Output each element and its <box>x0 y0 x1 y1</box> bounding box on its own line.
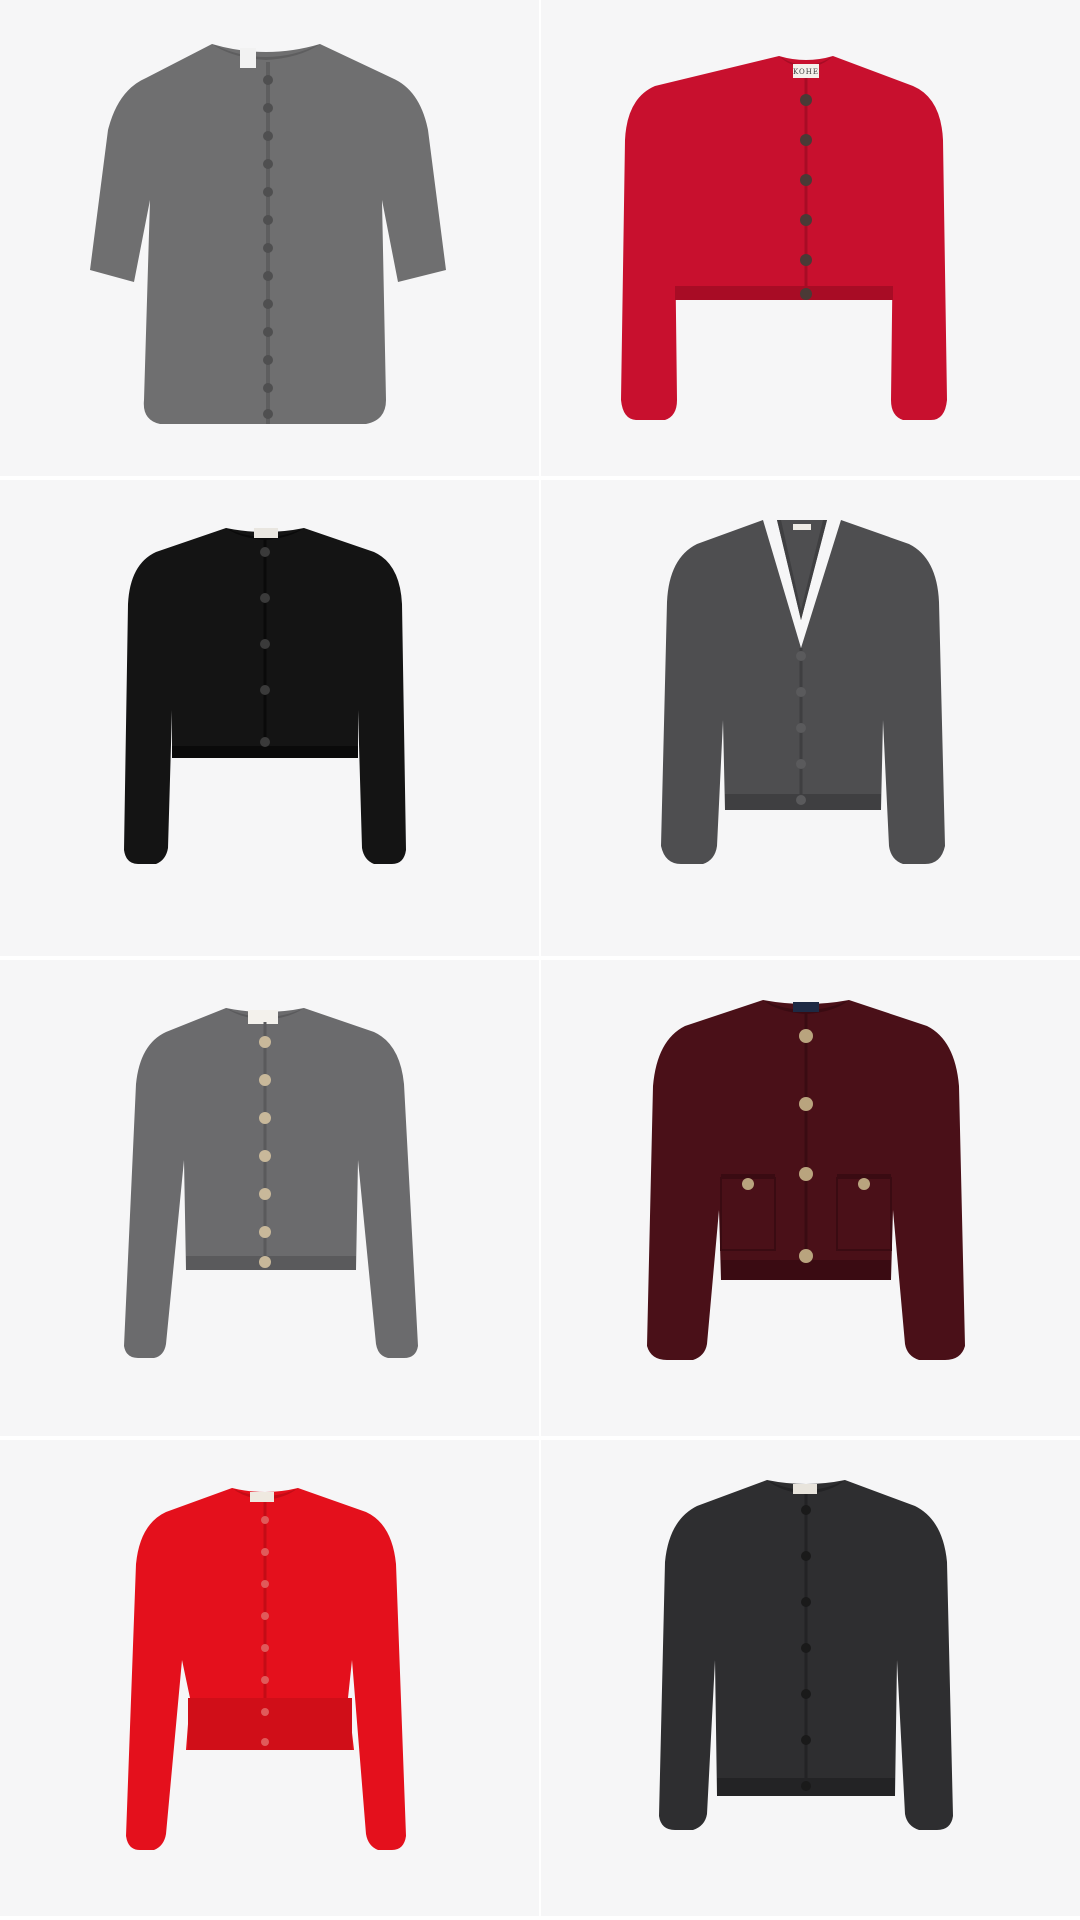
product-tile-charcoal-crew-cardigan[interactable] <box>541 1440 1080 1916</box>
product-tile-red-cropped-cardigan[interactable]: KOHE <box>541 0 1080 476</box>
charcoal-crew-cardigan-image <box>659 1480 953 1830</box>
brand-tag-label: KOHE <box>793 68 819 76</box>
product-tile-charcoal-v-neck-cardigan[interactable] <box>541 480 1080 956</box>
product-tile-bright-red-cardigan[interactable] <box>0 1440 539 1916</box>
product-grid: KOHE <box>0 0 1080 1920</box>
grey-crew-cardigan-image <box>124 1008 418 1358</box>
grey-short-sleeve-cardigan-image <box>90 44 446 424</box>
product-tile-grey-crew-cardigan[interactable] <box>0 960 539 1436</box>
product-tile-grey-short-sleeve-cardigan[interactable] <box>0 0 539 476</box>
product-tile-burgundy-pocket-cardigan[interactable] <box>541 960 1080 1436</box>
red-cropped-cardigan-image: KOHE <box>621 56 947 420</box>
product-tile-black-cropped-cardigan[interactable] <box>0 480 539 956</box>
black-cropped-cardigan-image <box>124 528 406 864</box>
bright-red-cardigan-image <box>126 1488 406 1850</box>
charcoal-v-neck-cardigan-image <box>661 520 945 864</box>
burgundy-pocket-cardigan-image <box>647 1000 965 1360</box>
